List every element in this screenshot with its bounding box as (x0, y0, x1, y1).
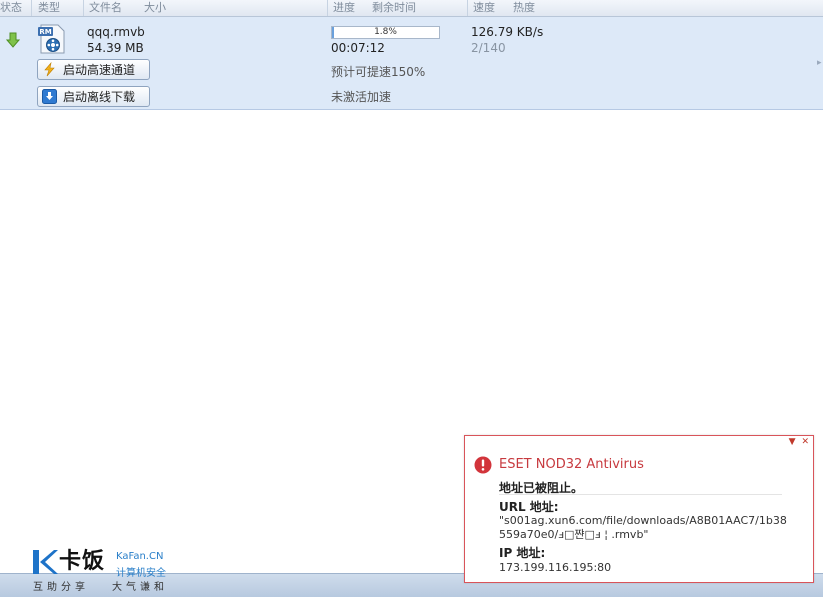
kafan-logo: 卡饭 KaFan.CN 计算机安全 互助分享 大气谦和 (32, 548, 182, 594)
progress-bar: 1.8% (331, 26, 440, 39)
col-speed[interactable]: 速度 (473, 1, 495, 15)
alert-icon (474, 456, 492, 474)
logo-slogan-left: 互助分享 (33, 582, 89, 593)
eset-alert-popup: ▼ ✕ ESET NOD32 Antivirus 地址已被阻止。 URL 地址:… (464, 435, 814, 583)
col-status[interactable]: 状态 (0, 1, 22, 15)
column-separator[interactable] (467, 0, 468, 16)
popup-divider (499, 494, 782, 495)
acceleration-status: 未激活加速 (331, 90, 392, 104)
high-speed-channel-label: 启动高速通道 (63, 63, 136, 77)
col-heat[interactable]: 热度 (513, 1, 535, 15)
popup-controls: ▼ ✕ (786, 437, 809, 447)
col-type[interactable]: 类型 (38, 1, 60, 15)
ip-heading: IP 地址: (499, 546, 546, 560)
logo-site: KaFan.CN (116, 551, 164, 562)
heat-count: 2/140 (471, 41, 506, 55)
column-separator[interactable] (327, 0, 328, 16)
col-size[interactable]: 大小 (144, 1, 166, 15)
kafan-k-logo-icon (33, 550, 58, 574)
column-header-bar: 状态 类型 文件名 大小 进度 剩余时间 速度 热度 (0, 0, 823, 17)
download-box-icon (42, 89, 57, 104)
offline-download-button[interactable]: 启动离线下载 (37, 86, 150, 107)
download-task-row[interactable]: RM qqq.rmvb 54.39 MB 启动高速通道 启动离线下载 1.8% … (0, 17, 823, 110)
lightning-icon (44, 62, 55, 77)
col-remaining[interactable]: 剩余时间 (372, 1, 416, 15)
col-filename[interactable]: 文件名 (89, 1, 122, 15)
col-progress[interactable]: 进度 (333, 1, 355, 15)
ip-value: 173.199.116.195:80 (499, 561, 612, 574)
url-value: "s001ag.xun6.com/file/downloads/A8B01AAC… (499, 514, 787, 541)
url-heading: URL 地址: (499, 500, 559, 514)
column-separator[interactable] (83, 0, 84, 16)
logo-slogan-right: 大气谦和 (112, 582, 168, 593)
download-manager-window: 状态 类型 文件名 大小 进度 剩余时间 速度 热度 RM qqq.rmvb 5… (0, 0, 823, 597)
remaining-time: 00:07:12 (331, 41, 385, 55)
logo-name: 卡饭 (59, 549, 106, 574)
file-badge: RM (39, 28, 51, 36)
task-filesize: 54.39 MB (87, 41, 144, 55)
high-speed-channel-button[interactable]: 启动高速通道 (37, 59, 150, 80)
scroll-arrow-icon[interactable]: ▸ (817, 58, 823, 68)
rmvb-file-icon: RM (38, 24, 65, 54)
speedup-estimate: 预计可提速150% (331, 65, 426, 79)
offline-download-label: 启动离线下载 (63, 90, 136, 104)
column-separator[interactable] (31, 0, 32, 16)
logo-subtitle: 计算机安全 (116, 568, 166, 579)
download-arrow-icon (6, 32, 20, 48)
download-speed: 126.79 KB/s (471, 25, 544, 39)
popup-menu-button[interactable]: ▼ (789, 437, 796, 447)
popup-close-button[interactable]: ✕ (801, 437, 809, 447)
task-filename: qqq.rmvb (87, 25, 145, 39)
progress-text: 1.8% (374, 27, 397, 37)
popup-title: ESET NOD32 Antivirus (499, 457, 644, 472)
